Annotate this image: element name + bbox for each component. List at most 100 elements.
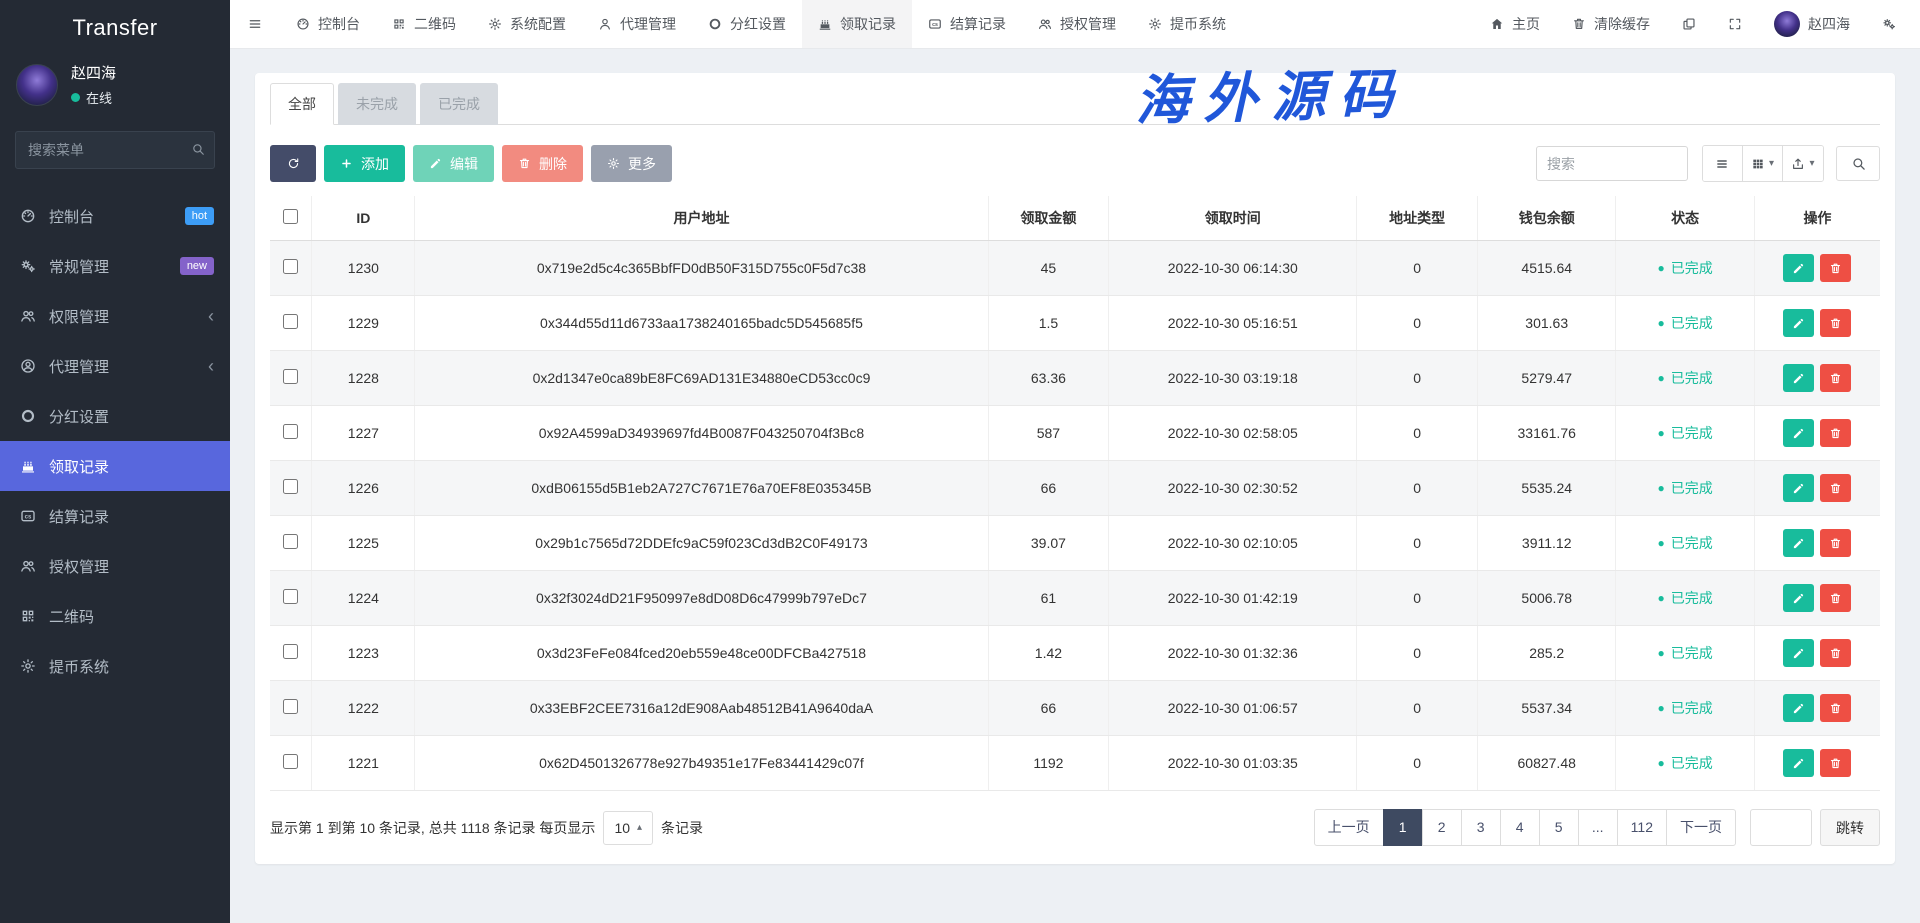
status-dot-icon: ●	[1658, 372, 1665, 384]
topnav-item-二维码[interactable]: 二维码	[376, 0, 472, 48]
pagination-page-1[interactable]: 1	[1383, 809, 1423, 846]
jump-button[interactable]: 跳转	[1820, 809, 1880, 846]
pagination-summary: 显示第 1 到第 10 条记录, 总共 1118 条记录 每页显示	[270, 818, 595, 838]
tab-unfinished[interactable]: 未完成	[338, 83, 416, 125]
select-all-checkbox[interactable]	[283, 209, 298, 224]
edit-row-button[interactable]	[1783, 749, 1814, 777]
row-address: 0x32f3024dD21F950997e8dD08D6c47999b797eD…	[415, 571, 988, 626]
refresh-button[interactable]	[270, 145, 316, 182]
topnav-item-系统配置[interactable]: 系统配置	[472, 0, 582, 48]
page-size-select[interactable]: 10 ▴	[603, 811, 653, 845]
pagination-page-5[interactable]: 5	[1539, 809, 1579, 846]
topnav-item-结算记录[interactable]: 结算记录	[912, 0, 1022, 48]
row-checkbox[interactable]	[283, 369, 298, 384]
edit-row-button[interactable]	[1783, 309, 1814, 337]
settings-button[interactable]	[1866, 0, 1912, 48]
edit-row-button[interactable]	[1783, 639, 1814, 667]
delete-row-button[interactable]	[1820, 419, 1851, 447]
delete-row-button[interactable]	[1820, 749, 1851, 777]
fullscreen-button[interactable]	[1712, 0, 1758, 48]
sidebar-item-二维码[interactable]: 二维码	[0, 591, 230, 641]
topnav-item-分红设置[interactable]: 分红设置	[692, 0, 802, 48]
row-checkbox[interactable]	[283, 314, 298, 329]
user-menu[interactable]: 赵四海	[1758, 0, 1866, 48]
edit-row-button[interactable]	[1783, 254, 1814, 282]
row-checkbox[interactable]	[283, 479, 298, 494]
edit-row-button[interactable]	[1783, 694, 1814, 722]
edit-row-button[interactable]	[1783, 584, 1814, 612]
export-button[interactable]: ▾	[1783, 146, 1823, 181]
pagination-prev[interactable]: 上一页	[1314, 809, 1384, 846]
sidebar-item-常规管理[interactable]: 常规管理new	[0, 241, 230, 291]
sidebar-item-授权管理[interactable]: 授权管理	[0, 541, 230, 591]
delete-row-button[interactable]	[1820, 639, 1851, 667]
row-checkbox[interactable]	[283, 699, 298, 714]
gear-icon	[20, 658, 36, 674]
sidebar-item-权限管理[interactable]: 权限管理‹	[0, 291, 230, 341]
gear-icon	[488, 17, 502, 31]
edit-row-button[interactable]	[1783, 364, 1814, 392]
tab-all[interactable]: 全部	[270, 83, 334, 125]
pencil-icon	[1792, 482, 1805, 495]
pagination-page-4[interactable]: 4	[1500, 809, 1540, 846]
edit-row-button[interactable]	[1783, 419, 1814, 447]
delete-row-button[interactable]	[1820, 694, 1851, 722]
sidebar-item-提币系统[interactable]: 提币系统	[0, 641, 230, 691]
sidebar-item-代理管理[interactable]: 代理管理‹	[0, 341, 230, 391]
home-button[interactable]: 主页	[1474, 0, 1556, 48]
topnav-item-控制台[interactable]: 控制台	[280, 0, 376, 48]
clear-cache-button[interactable]: 清除缓存	[1556, 0, 1666, 48]
columns-button[interactable]: ▾	[1743, 146, 1783, 181]
delete-row-button[interactable]	[1820, 584, 1851, 612]
edit-row-button[interactable]	[1783, 529, 1814, 557]
topnav-item-代理管理[interactable]: 代理管理	[582, 0, 692, 48]
row-checkbox[interactable]	[283, 534, 298, 549]
row-checkbox[interactable]	[283, 644, 298, 659]
row-amount: 39.07	[988, 516, 1109, 571]
table-search-input[interactable]	[1536, 146, 1688, 181]
sidebar-search-input[interactable]	[15, 131, 215, 169]
topnav-item-提币系统[interactable]: 提币系统	[1132, 0, 1242, 48]
copy-button[interactable]	[1666, 0, 1712, 48]
pagination-ellipsis[interactable]: ...	[1578, 809, 1618, 846]
row-checkbox[interactable]	[283, 754, 298, 769]
sidebar-item-分红设置[interactable]: 分红设置	[0, 391, 230, 441]
sidebar-toggle-button[interactable]	[230, 0, 280, 48]
add-button[interactable]: 添加	[324, 145, 405, 182]
edit-button[interactable]: 编辑	[413, 145, 494, 182]
delete-button[interactable]: 删除	[502, 145, 583, 182]
jump-page-input[interactable]	[1750, 809, 1812, 846]
sidebar-item-控制台[interactable]: 控制台hot	[0, 191, 230, 241]
delete-row-button[interactable]	[1820, 254, 1851, 282]
delete-row-button[interactable]	[1820, 474, 1851, 502]
pagination-page-112[interactable]: 112	[1617, 809, 1667, 846]
dashboard-icon	[296, 17, 310, 31]
search-submit-button[interactable]	[1836, 146, 1880, 181]
row-time: 2022-10-30 01:32:36	[1109, 626, 1357, 681]
sidebar-item-结算记录[interactable]: 结算记录	[0, 491, 230, 541]
pagination-page-2[interactable]: 2	[1422, 809, 1462, 846]
topnav-user-name: 赵四海	[1808, 14, 1850, 34]
delete-row-button[interactable]	[1820, 309, 1851, 337]
home-label: 主页	[1512, 14, 1540, 34]
topnav-item-领取记录[interactable]: 领取记录	[802, 0, 912, 48]
tab-finished[interactable]: 已完成	[420, 83, 498, 125]
delete-row-button[interactable]	[1820, 529, 1851, 557]
topnav-item-授权管理[interactable]: 授权管理	[1022, 0, 1132, 48]
circle-icon	[20, 408, 36, 424]
status-dot-icon: ●	[1658, 427, 1665, 439]
sidebar-item-领取记录[interactable]: 领取记录	[0, 441, 230, 491]
toggle-view-button[interactable]	[1703, 146, 1743, 181]
sidebar: Transfer 赵四海 在线 控制台hot常规管理new权限管理‹代理管理‹分…	[0, 0, 230, 923]
pagination-next[interactable]: 下一页	[1666, 809, 1736, 846]
row-checkbox[interactable]	[283, 589, 298, 604]
delete-row-button[interactable]	[1820, 364, 1851, 392]
pagination-page-3[interactable]: 3	[1461, 809, 1501, 846]
row-checkbox[interactable]	[283, 424, 298, 439]
row-checkbox[interactable]	[283, 259, 298, 274]
dashboard-icon	[20, 208, 36, 224]
row-time: 2022-10-30 05:16:51	[1109, 296, 1357, 351]
trash-icon	[1572, 17, 1586, 31]
more-button[interactable]: 更多	[591, 145, 672, 182]
edit-row-button[interactable]	[1783, 474, 1814, 502]
